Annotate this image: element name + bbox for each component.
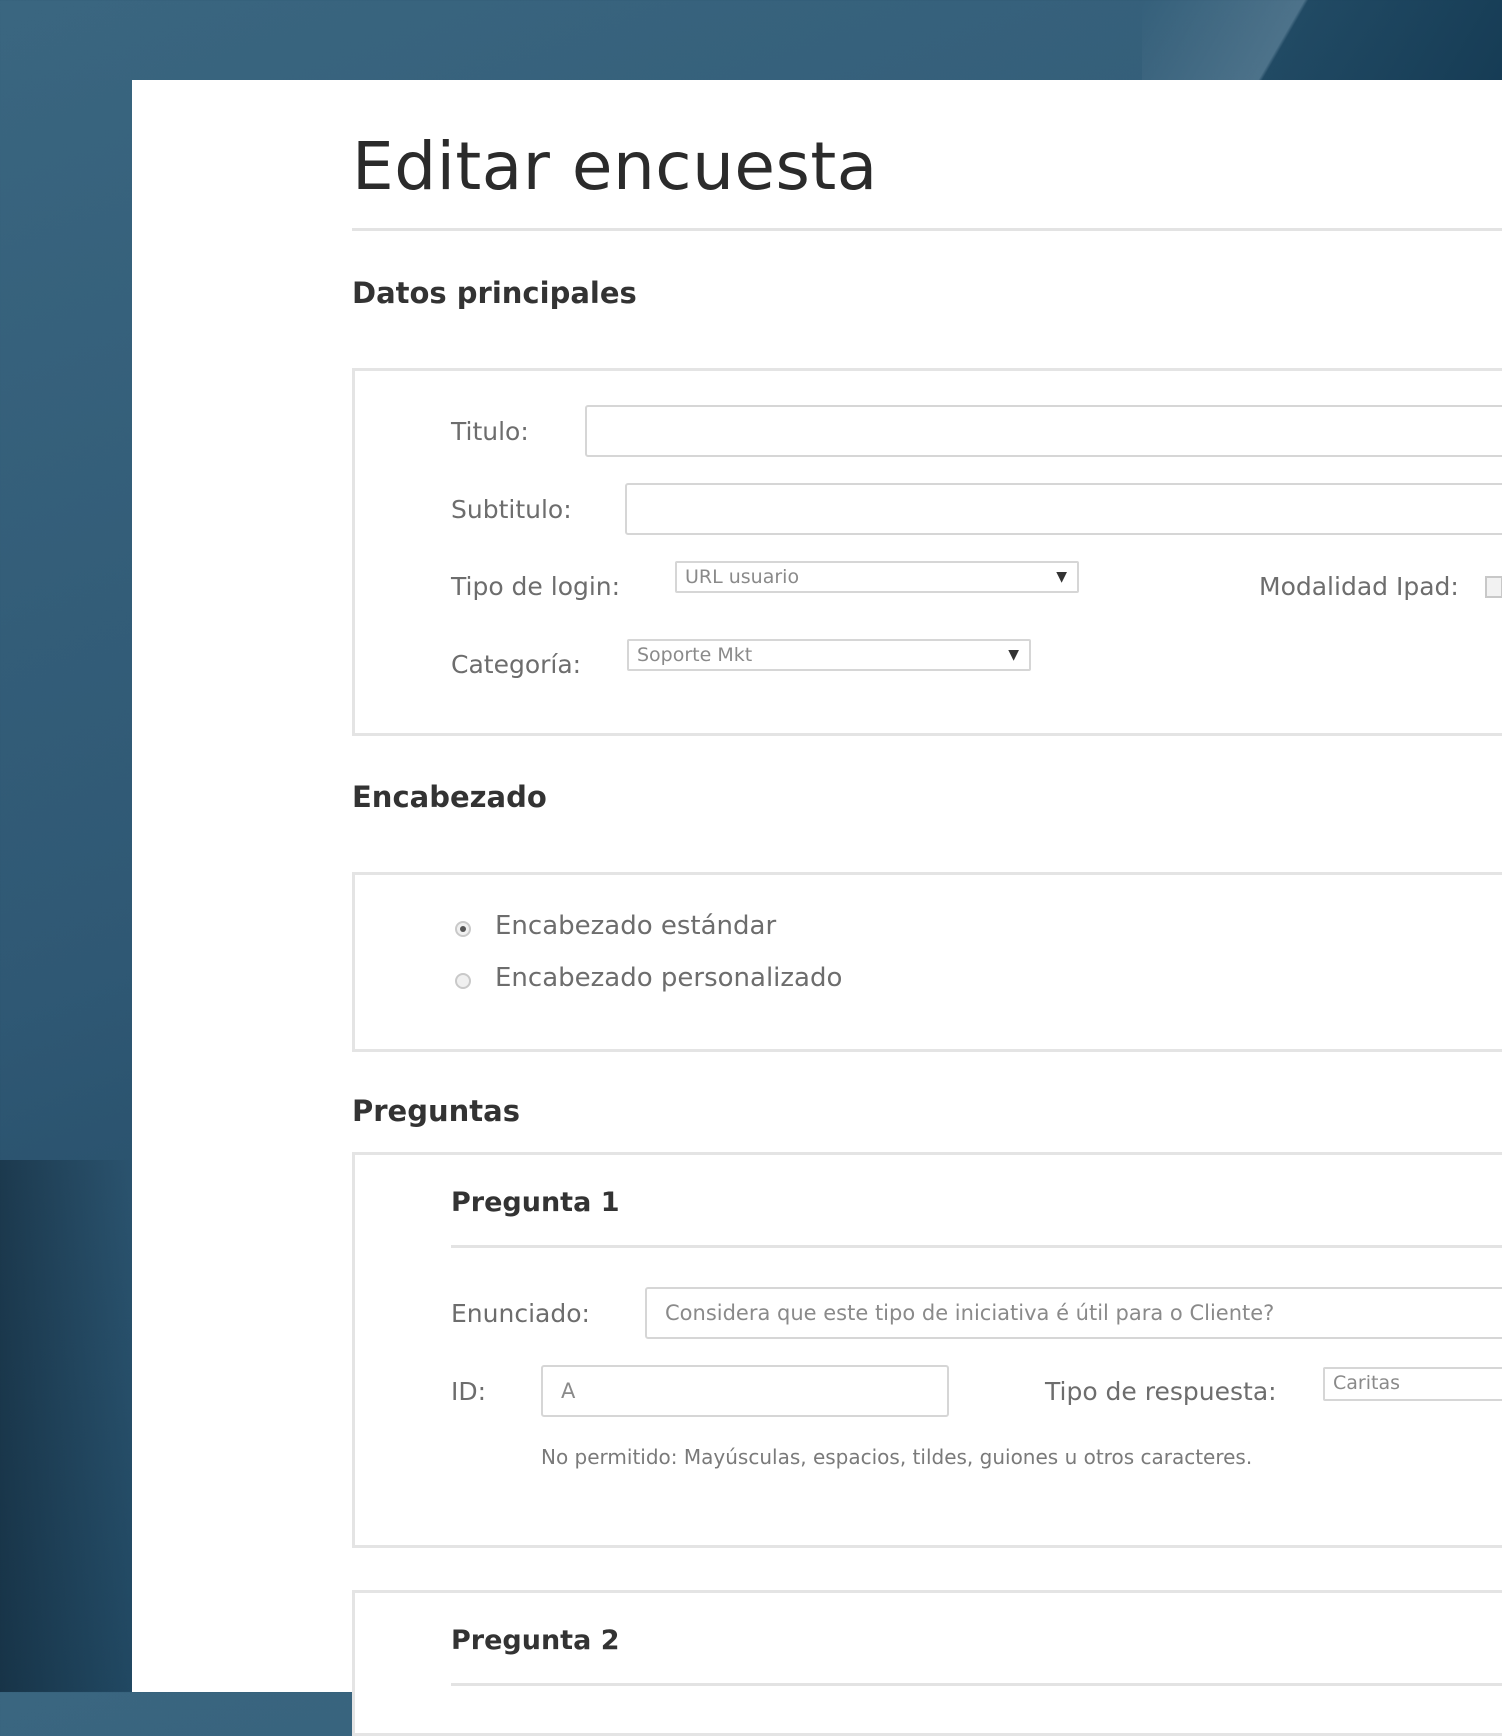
section-heading-datos-principales: Datos principales bbox=[352, 276, 637, 310]
id-input[interactable] bbox=[541, 1365, 949, 1417]
section-heading-preguntas: Preguntas bbox=[352, 1094, 520, 1128]
categoria-select[interactable]: Soporte Mkt ▼ bbox=[627, 639, 1031, 671]
tipo-login-selected: URL usuario bbox=[685, 566, 800, 588]
section-heading-encabezado: Encabezado bbox=[352, 780, 547, 814]
modalidad-ipad-label: Modalidad Ipad: bbox=[1259, 572, 1459, 601]
subtitulo-label: Subtitulo: bbox=[451, 495, 572, 524]
modalidad-ipad-checkbox[interactable] bbox=[1485, 576, 1502, 598]
radio-label: Encabezado personalizado bbox=[495, 963, 843, 993]
title-divider bbox=[352, 228, 1502, 231]
tipo-respuesta-selected: Caritas bbox=[1333, 1372, 1400, 1394]
pregunta-1-heading: Pregunta 1 bbox=[451, 1187, 620, 1218]
pregunta-2-divider bbox=[451, 1683, 1502, 1686]
id-hint-text: No permitido: Mayúsculas, espacios, tild… bbox=[541, 1445, 1253, 1469]
tipo-respuesta-select[interactable]: Caritas bbox=[1323, 1367, 1502, 1401]
tipo-login-label: Tipo de login: bbox=[451, 572, 621, 601]
radio-unchecked-icon[interactable] bbox=[455, 973, 471, 989]
titulo-label: Titulo: bbox=[451, 417, 529, 446]
tipo-respuesta-label: Tipo de respuesta: bbox=[1045, 1377, 1277, 1406]
background-decoration bbox=[1142, 0, 1502, 80]
encabezado-box: Encabezado estándar Encabezado personali… bbox=[352, 872, 1502, 1052]
enunciado-label: Enunciado: bbox=[451, 1299, 590, 1328]
radio-label: Encabezado estándar bbox=[495, 911, 777, 941]
categoria-label: Categoría: bbox=[451, 650, 582, 679]
datos-principales-box: Titulo: Subtitulo: Tipo de login: URL us… bbox=[352, 368, 1502, 736]
titulo-input[interactable] bbox=[585, 405, 1502, 457]
subtitulo-input[interactable] bbox=[625, 483, 1502, 535]
main-panel: Editar encuesta Datos principales Titulo… bbox=[132, 80, 1502, 1736]
enunciado-input[interactable] bbox=[645, 1287, 1502, 1339]
pregunta-2-heading: Pregunta 2 bbox=[451, 1625, 620, 1656]
page-title: Editar encuesta bbox=[352, 128, 878, 205]
tipo-login-select[interactable]: URL usuario ▼ bbox=[675, 561, 1079, 593]
dropdown-arrow-icon: ▼ bbox=[1056, 569, 1067, 585]
dropdown-arrow-icon: ▼ bbox=[1008, 647, 1019, 663]
radio-checked-icon[interactable] bbox=[455, 921, 471, 937]
pregunta-1-box: Pregunta 1 Enunciado: ID: Tipo de respue… bbox=[352, 1152, 1502, 1548]
pregunta-2-box: Pregunta 2 bbox=[352, 1590, 1502, 1736]
background-shadow bbox=[0, 1160, 132, 1692]
categoria-selected: Soporte Mkt bbox=[637, 644, 753, 666]
id-label: ID: bbox=[451, 1377, 487, 1406]
pregunta-1-divider bbox=[451, 1245, 1502, 1248]
